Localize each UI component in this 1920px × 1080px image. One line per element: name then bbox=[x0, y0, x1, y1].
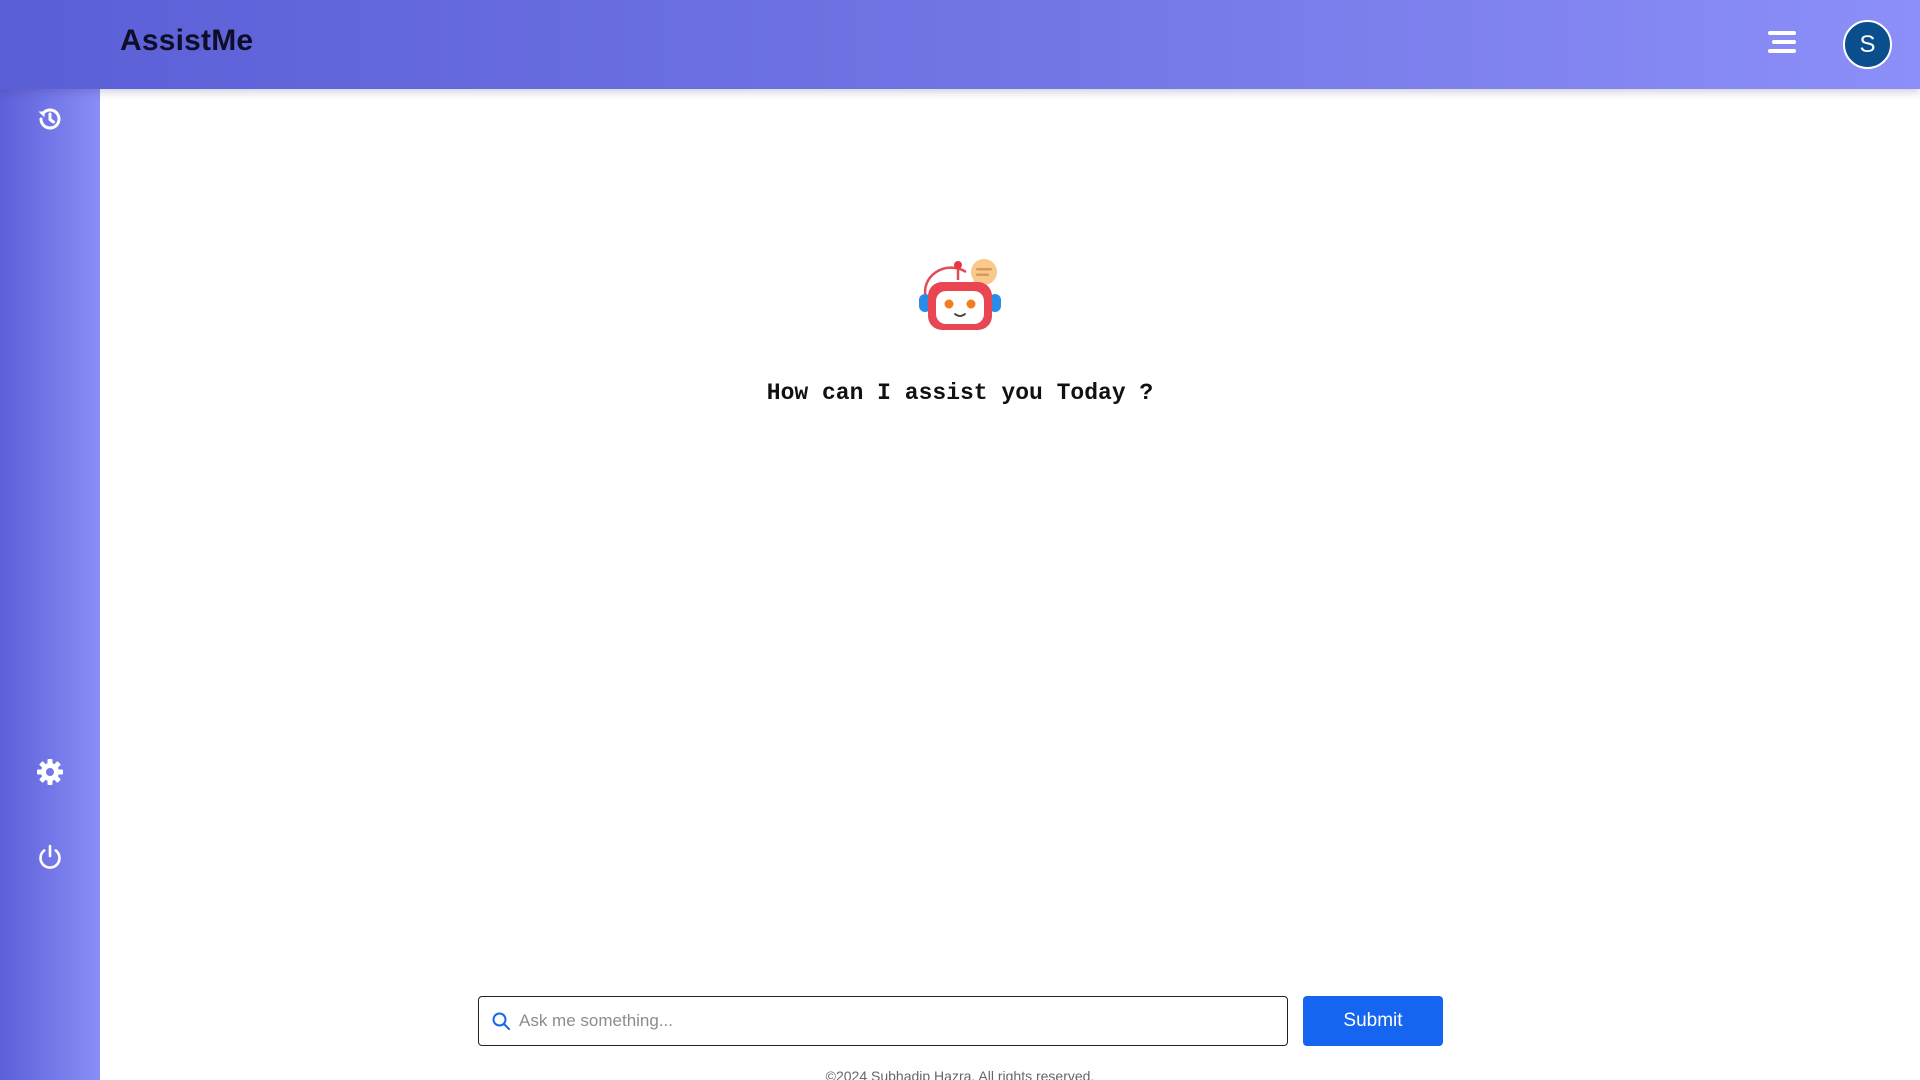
footer-copyright: ©2024 Subhadip Hazra. All rights reserve… bbox=[825, 1068, 1095, 1080]
sidebar bbox=[0, 89, 100, 1080]
power-icon bbox=[39, 844, 61, 869]
greeting-heading: How can I assist you Today ? bbox=[766, 380, 1154, 406]
prompt-input[interactable] bbox=[519, 997, 1279, 1044]
sidebar-item-logout[interactable] bbox=[30, 837, 70, 877]
prompt-box bbox=[478, 996, 1288, 1046]
user-avatar[interactable]: S bbox=[1843, 20, 1892, 69]
top-navbar: AssistMe S bbox=[0, 0, 1920, 89]
sidebar-item-settings[interactable] bbox=[30, 752, 70, 792]
brand-logo[interactable]: AssistMe bbox=[120, 24, 253, 58]
hamburger-menu-icon[interactable] bbox=[1766, 28, 1798, 56]
sidebar-item-history[interactable] bbox=[30, 99, 70, 139]
gear-icon bbox=[37, 759, 63, 785]
robot-chat-icon bbox=[919, 259, 1001, 330]
search-icon bbox=[492, 1012, 510, 1030]
submit-button[interactable]: Submit bbox=[1303, 996, 1443, 1046]
history-icon bbox=[38, 108, 61, 130]
